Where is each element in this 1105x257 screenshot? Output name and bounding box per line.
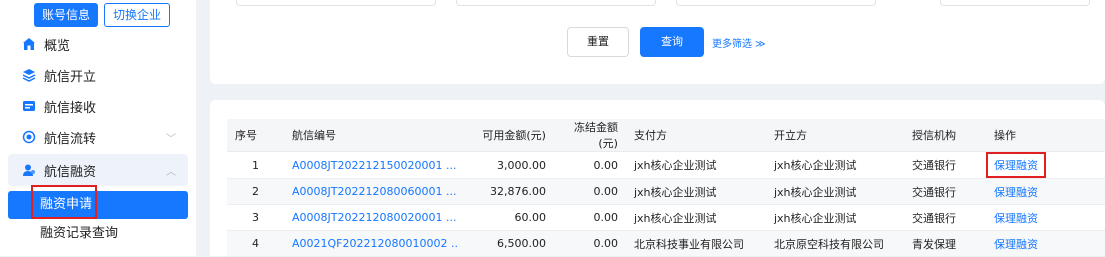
cell-code-link[interactable]: A0008JT202212150020001 ... [284,151,466,179]
finance-icon [23,164,35,176]
col-available: 可用金额(元) [465,119,554,152]
cell-org: 交通银行 [903,178,986,205]
menu-item-issue[interactable]: 航信开立 [8,59,188,91]
cell-issuer: 北京原空科技有限公司 [765,230,904,257]
cell-payer: 北京科技事业有限公司 [625,230,766,257]
results-panel: 序号 航信编号 可用金额(元) 冻结金额(元) 支付方 开立方 授信机构 操作 … [210,100,1105,257]
table-row: 2 A0008JT202212080060001 ... 32,876.00 0… [227,178,1105,205]
highlight-box [31,185,97,219]
switch-company-button[interactable]: 切换企业 [104,3,171,27]
transfer-icon [22,130,36,144]
menu-label: 航信融资 [44,164,97,180]
col-frozen: 冻结金额(元) [553,119,626,152]
cell-index: 1 [227,151,284,179]
cell-org: 青发保理 [903,230,986,257]
factoring-finance-link[interactable]: 保理融资 [985,151,1105,179]
sidebar: 账号信息 切换企业 概览 航信开立 航信接收 航信流转 ﹀ 航信融资 ︿ 融资申… [0,0,196,256]
action-label: 保理融资 [985,152,1046,178]
more-filters-link[interactable]: 更多筛选 ≫ [712,35,766,50]
filter-panel: 重置 查询 更多筛选 ≫ [210,0,1105,84]
table-header-row: 序号 航信编号 可用金额(元) 冻结金额(元) 支付方 开立方 授信机构 操作 [227,119,1105,152]
cell-frozen: 0.00 [553,204,626,231]
cell-available: 3,000.00 [465,151,554,179]
cell-index: 4 [227,230,284,257]
factoring-finance-link[interactable]: 保理融资 [985,178,1105,205]
col-payer: 支付方 [625,119,766,152]
cell-index: 3 [227,204,284,231]
reset-button[interactable]: 重置 [567,27,629,57]
cell-code-link[interactable]: A0021QF202212080010002 .. [284,230,466,257]
cell-org: 交通银行 [903,151,986,179]
cell-available: 6,500.00 [465,230,554,257]
account-buttons: 账号信息 切换企业 [34,3,171,27]
cell-index: 2 [227,178,284,205]
col-action: 操作 [985,119,1105,152]
cell-code-link[interactable]: A0008JT202212080020001 ... [284,204,466,231]
cell-available: 32,876.00 [465,178,554,205]
table-row: 3 A0008JT202212080020001 ... 60.00 0.00 … [227,204,1105,231]
cell-issuer: jxh核心企业测试 [765,178,904,205]
submenu-finance-records[interactable]: 融资记录查询 [8,220,188,248]
menu-label: 航信接收 [44,100,97,116]
cell-issuer: jxh核心企业测试 [765,151,904,179]
col-issuer: 开立方 [765,119,904,152]
col-index: 序号 [227,119,284,152]
filter-field[interactable] [236,0,436,6]
cell-code-link[interactable]: A0008JT202212080060001 ... [284,178,466,205]
cell-frozen: 0.00 [553,230,626,257]
chevron-down-icon: ﹀ [166,133,176,145]
cell-issuer: jxh核心企业测试 [765,204,904,231]
cell-org: 交通银行 [903,204,986,231]
table-row: 1 A0008JT202212150020001 ... 3,000.00 0.… [227,151,1105,179]
col-code: 航信编号 [284,119,466,152]
col-org: 授信机构 [903,119,986,152]
menu-item-transfer[interactable]: 航信流转 ﹀ [8,121,188,153]
query-button[interactable]: 查询 [640,27,704,57]
cell-payer: jxh核心企业测试 [625,178,766,205]
filter-field[interactable] [456,0,656,6]
cell-frozen: 0.00 [553,178,626,205]
factoring-finance-link[interactable]: 保理融资 [985,204,1105,231]
cell-frozen: 0.00 [553,151,626,179]
chevron-up-icon: ︿ [166,166,176,178]
receive-icon [23,101,35,111]
menu-item-overview[interactable]: 概览 [8,28,188,60]
cell-available: 60.00 [465,204,554,231]
factoring-finance-link[interactable]: 保理融资 [985,230,1105,257]
cell-payer: jxh核心企业测试 [625,204,766,231]
results-table: 序号 航信编号 可用金额(元) 冻结金额(元) 支付方 开立方 授信机构 操作 … [227,119,1105,257]
menu-label: 概览 [44,38,71,54]
menu-item-receive[interactable]: 航信接收 [8,90,188,122]
table-row: 4 A0021QF202212080010002 .. 6,500.00 0.0… [227,230,1105,257]
menu-label: 航信开立 [44,69,97,85]
layers-icon [22,69,36,82]
home-icon [23,38,35,50]
account-info-button[interactable]: 账号信息 [34,3,99,27]
filter-field[interactable] [940,0,1090,6]
filter-field[interactable] [676,0,876,6]
menu-item-finance[interactable]: 航信融资 ︿ [8,154,188,186]
menu-label: 航信流转 [44,131,97,147]
cell-payer: jxh核心企业测试 [625,151,766,179]
